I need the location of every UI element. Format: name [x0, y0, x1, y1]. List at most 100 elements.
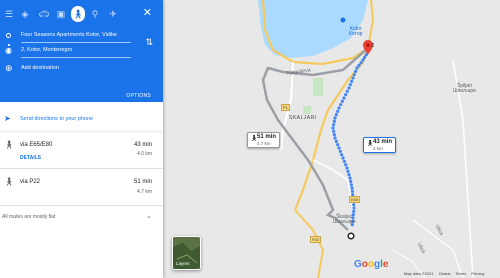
plus-icon: ⊕ [5, 63, 13, 73]
route-dot [366, 50, 370, 54]
route-dot [334, 113, 338, 117]
road-shield: E65 [349, 196, 361, 203]
route-dot [340, 153, 344, 157]
route-dot [359, 61, 363, 65]
origin-input[interactable]: Four Seasons Apartments Kotor, Vidike [21, 32, 131, 38]
chevron-down-icon[interactable]: ⌄ [146, 212, 152, 220]
route-badge-alt[interactable]: 🚶︎ 51 min 4.7 km [247, 132, 281, 148]
route-dot [352, 209, 356, 213]
place-label: Špiljari Шпиљари [453, 84, 476, 94]
route-dot [336, 109, 340, 113]
route-dot [332, 129, 336, 133]
walk-icon: 🚶︎ [4, 177, 15, 186]
menu-icon[interactable]: ☰ [2, 6, 16, 22]
layers-button[interactable]: Layers [172, 236, 201, 270]
route-dot [337, 106, 341, 110]
add-destination-label: Add destination [21, 65, 59, 71]
route-dot [351, 76, 355, 80]
road-shield: P22 [310, 236, 322, 243]
add-destination-row[interactable]: ⊕ Add destination [0, 62, 163, 76]
route-dot [349, 179, 353, 183]
layers-label: Layers [176, 261, 190, 266]
options-button[interactable]: OPTIONS [126, 93, 151, 99]
origin-field[interactable]: Four Seasons Apartments Kotor, Vidike [0, 29, 163, 43]
route-dot [347, 86, 351, 90]
terrain-row[interactable]: All routes are mostly flat ⌄ [0, 212, 163, 224]
route-dot [350, 79, 354, 83]
footer-global[interactable]: Global [439, 271, 451, 276]
route-dot [350, 186, 354, 190]
footer-privacy[interactable]: Privacy [471, 271, 484, 276]
route-via: via P22 [20, 179, 41, 185]
route-dot [344, 93, 348, 97]
route-dot [334, 139, 338, 143]
details-link[interactable]: DETAILS [20, 155, 41, 161]
map-footer: Map data ©2021 Global Terms Privacy [404, 271, 489, 276]
map-canvas[interactable]: 🚶︎ 51 min 4.7 km 🚶︎ 43 min 4 km Kotor Ко… [163, 0, 500, 278]
route-dot [352, 203, 356, 207]
route-dot [342, 159, 346, 163]
route-dot [354, 69, 358, 73]
route-dot [352, 206, 356, 210]
divider [0, 205, 163, 206]
route-dot [347, 173, 351, 177]
route-option-1[interactable]: 🚶︎ via E65/E80 43 min DETAILS 4.0 km [0, 140, 163, 168]
route-badge-fast[interactable]: 🚶︎ 43 min 4 km [363, 137, 397, 153]
route-dot [336, 143, 340, 147]
route-distance: 4.7 km [136, 189, 152, 195]
divider [0, 130, 163, 133]
walk-route-dots [331, 50, 370, 227]
route-dot [361, 58, 365, 62]
route-dot [348, 83, 352, 87]
route-dot [333, 136, 337, 140]
badge-distance: 4 km [373, 146, 383, 151]
route-dot [338, 149, 342, 153]
route-dot [341, 156, 345, 160]
destination-field[interactable]: ◉ 2, Kotor, Montenegro [0, 44, 163, 58]
route-dot [332, 123, 336, 127]
route-dot [357, 63, 361, 67]
route-distance: 4.0 km [136, 151, 152, 157]
divider [0, 168, 163, 169]
route-dot [340, 99, 344, 103]
walk-icon: 🚶︎ [366, 141, 374, 147]
footer-terms[interactable]: Terms [455, 271, 466, 276]
route-dot [342, 96, 346, 100]
destination-pin-icon: ◉ [5, 46, 12, 55]
send-icon: ➤ [4, 114, 11, 123]
close-icon[interactable]: ✕ [143, 6, 152, 19]
route-dot [332, 119, 336, 123]
transit-icon[interactable]: ▣ [54, 6, 68, 22]
place-skaljari-cyr: Шкаљари [333, 219, 356, 225]
bike-icon[interactable]: ⚲ [88, 6, 102, 22]
flight-icon[interactable]: ✈︎ [106, 6, 120, 22]
badge-time: 43 min [373, 139, 393, 145]
route-dot [349, 183, 353, 187]
destination-input[interactable]: 2, Kotor, Montenegro [21, 47, 131, 53]
walk-icon: 🚶︎ [4, 140, 15, 149]
route-dot [348, 176, 352, 180]
district-label: SKALJARI [289, 115, 317, 121]
walk-icon[interactable]: 🚶︎ [71, 6, 85, 22]
route-dot [337, 146, 341, 150]
place-label: Kotor Котор [349, 27, 362, 37]
send-to-phone-row[interactable]: ➤ Send directions to your phone [0, 111, 163, 127]
route-dot [331, 126, 335, 130]
route-dot [346, 169, 350, 173]
route-duration: 43 min [133, 142, 152, 148]
badge-time: 51 min [257, 134, 277, 140]
route-dot [352, 73, 356, 77]
route-dot [345, 166, 349, 170]
walk-icon: 🚶︎ [250, 136, 258, 142]
route-dot [333, 116, 337, 120]
place-label: Škaljari Шкаљари [333, 215, 356, 225]
origin-dot-icon [6, 33, 11, 38]
route-option-2[interactable]: 🚶︎ via P22 51 min 4.7 km [0, 177, 163, 205]
route-dot [355, 66, 359, 70]
car-icon[interactable]: 🚗︎ [37, 6, 51, 22]
route-dot [344, 163, 348, 167]
route-dot [363, 55, 367, 59]
terrain-note: All routes are mostly flat [2, 214, 56, 220]
google-letter: e [382, 259, 389, 270]
directions-icon[interactable]: ◈ [18, 6, 32, 22]
